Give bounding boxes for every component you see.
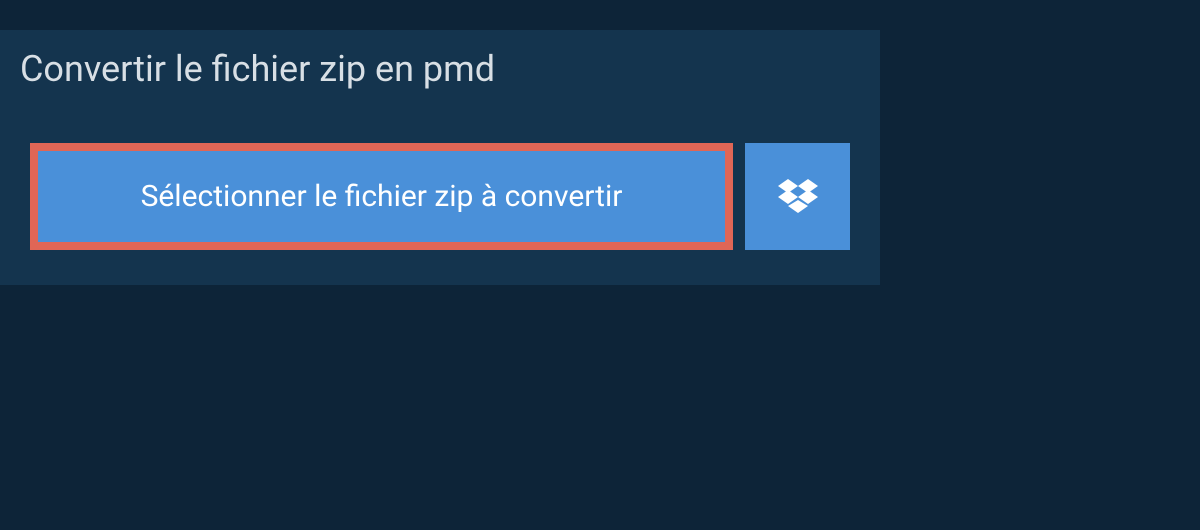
select-file-button[interactable]: Sélectionner le fichier zip à convertir xyxy=(30,143,733,250)
page-title: Convertir le fichier zip en pmd xyxy=(0,30,525,108)
dropbox-icon xyxy=(778,179,818,215)
select-file-label: Sélectionner le fichier zip à convertir xyxy=(141,179,623,214)
button-row: Sélectionner le fichier zip à convertir xyxy=(0,108,880,250)
dropbox-button[interactable] xyxy=(745,143,850,250)
converter-panel: Convertir le fichier zip en pmd Sélectio… xyxy=(0,30,880,285)
